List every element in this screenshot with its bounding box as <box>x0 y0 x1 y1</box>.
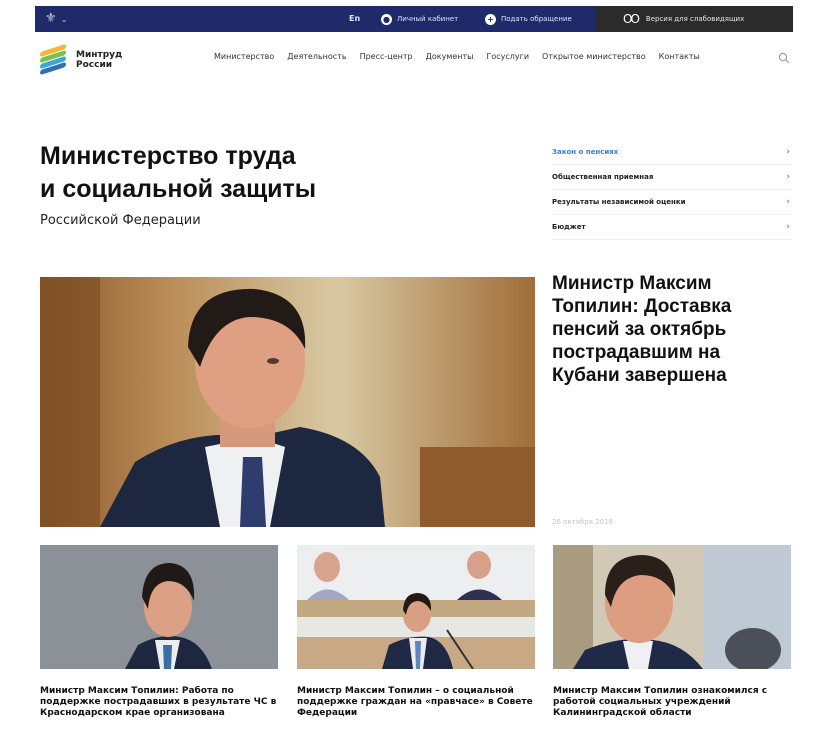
chevron-right-icon: › <box>786 222 790 232</box>
nav-item-open-ministry[interactable]: Открытое министерство <box>542 52 646 61</box>
hero-title[interactable]: Министр Максим Топилин: Доставка пенсий … <box>552 272 792 387</box>
accessibility-version-button[interactable]: OO Версия для слабовидящих <box>595 6 793 32</box>
news-card-title[interactable]: Министр Максим Топилин – о социальной по… <box>297 686 535 719</box>
emblem-icon: ⚜ <box>45 11 57 26</box>
nav-item-public-services[interactable]: Госуслуги <box>486 52 529 61</box>
news-card-image[interactable] <box>297 545 535 669</box>
news-card[interactable]: Министр Максим Топилин: Работа по поддер… <box>40 545 278 719</box>
hero-image[interactable] <box>40 277 535 527</box>
chevron-right-icon: › <box>786 172 790 182</box>
quick-link-label: Бюджет <box>552 223 586 231</box>
logo-icon <box>40 43 68 76</box>
top-bar: ⚜ ⌄ En ● Личный кабинет + Подать обращен… <box>35 6 793 32</box>
quick-link-pension-law[interactable]: Закон о пенсиях › <box>552 140 792 165</box>
site-logo[interactable]: Минтруд России <box>40 43 123 76</box>
logo-line1: Минтруд <box>76 50 123 60</box>
nav-item-documents[interactable]: Документы <box>426 52 474 61</box>
account-label: Личный кабинет <box>397 15 459 23</box>
hero-date: 26 октября 2018 <box>552 518 613 526</box>
nav-item-contacts[interactable]: Контакты <box>659 52 700 61</box>
quick-link-assessment-results[interactable]: Результаты независимой оценки › <box>552 190 792 215</box>
glasses-icon: OO <box>623 12 640 26</box>
page-title: Министерство труда и социальной защиты <box>40 140 370 206</box>
card-photo <box>40 545 278 669</box>
quick-link-label: Общественная приемная <box>552 173 654 181</box>
appeal-label: Подать обращение <box>501 15 572 23</box>
quick-link-budget[interactable]: Бюджет › <box>552 215 792 240</box>
quick-link-label: Результаты независимой оценки <box>552 198 686 206</box>
language-switch[interactable]: En <box>349 6 360 32</box>
plus-icon: + <box>485 13 496 25</box>
news-card-image[interactable] <box>40 545 278 669</box>
chevron-right-icon: › <box>786 197 790 207</box>
chevron-down-icon: ⌄ <box>60 15 68 24</box>
accessibility-label: Версия для слабовидящих <box>645 15 745 23</box>
logo-line2: России <box>76 60 113 70</box>
card-photo <box>297 545 535 669</box>
news-card-image[interactable] <box>553 545 791 669</box>
nav-item-activity[interactable]: Деятельность <box>287 52 346 61</box>
page-title-line2: и социальной защиты <box>40 175 317 203</box>
news-card[interactable]: Министр Максим Топилин – о социальной по… <box>297 545 535 719</box>
user-icon: ● <box>381 13 392 25</box>
card-photo <box>553 545 791 669</box>
appeal-link[interactable]: + Подать обращение <box>485 6 572 32</box>
emblem-dropdown[interactable]: ⚜ ⌄ <box>45 10 75 28</box>
nav-item-ministry[interactable]: Министерство <box>214 52 274 61</box>
main-nav: Министерство Деятельность Пресс-центр До… <box>214 52 713 61</box>
news-card-title[interactable]: Министр Максим Топилин: Работа по поддер… <box>40 686 278 719</box>
quick-links: Закон о пенсиях › Общественная приемная … <box>552 140 792 240</box>
page-subtitle: Российской Федерации <box>40 213 201 228</box>
news-card-title[interactable]: Министр Максим Топилин ознакомился с раб… <box>553 686 791 719</box>
quick-link-label: Закон о пенсиях <box>552 148 619 156</box>
page-title-line1: Министерство труда <box>40 142 296 170</box>
account-link[interactable]: ● Личный кабинет <box>381 6 458 32</box>
quick-link-public-reception[interactable]: Общественная приемная › <box>552 165 792 190</box>
search-icon[interactable] <box>778 52 790 64</box>
chevron-right-icon: › <box>786 147 790 157</box>
nav-item-press-center[interactable]: Пресс-центр <box>360 52 413 61</box>
hero-photo <box>40 277 535 527</box>
news-card[interactable]: Министр Максим Топилин ознакомился с раб… <box>553 545 791 719</box>
